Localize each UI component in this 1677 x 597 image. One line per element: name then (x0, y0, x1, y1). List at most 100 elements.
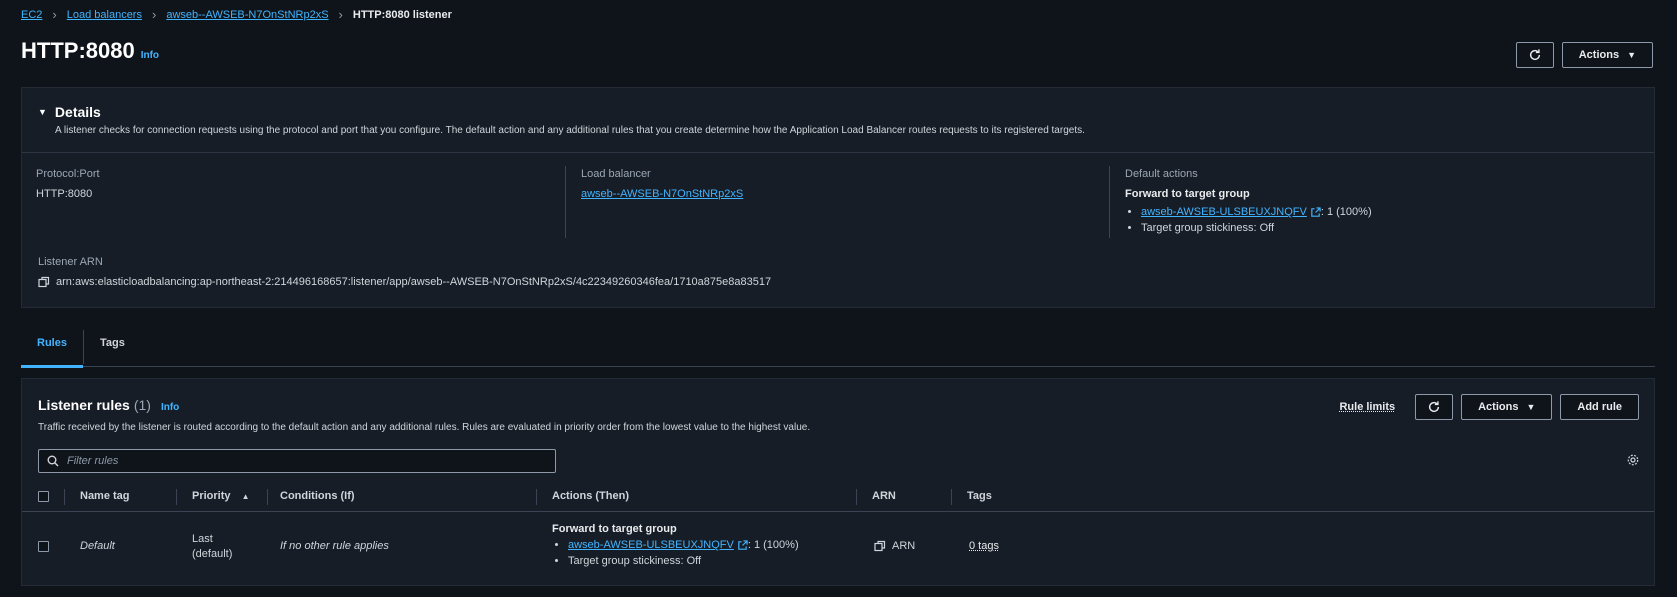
info-link[interactable]: Info (161, 402, 179, 413)
info-link[interactable]: Info (141, 50, 159, 61)
load-balancer-link[interactable]: awseb--AWSEB-N7OnStNRp2xS (581, 188, 743, 200)
load-balancer-label: Load balancer (581, 168, 651, 180)
chevron-right-icon: › (338, 7, 343, 22)
chevron-right-icon: › (151, 7, 157, 22)
list-item: awseb-AWSEB-ULSBEUXJNQFV : 1 (100%) (568, 539, 799, 551)
details-title: Details (54, 104, 101, 120)
rule-arn-label: ARN (892, 540, 916, 552)
column-header-priority-label: Priority (192, 490, 231, 502)
rules-table-header: Name tag Priority ▲ Conditions (If) Acti… (22, 482, 1654, 512)
filter-rules-field (38, 449, 556, 473)
protocol-port-label: Protocol:Port (36, 168, 100, 180)
rules-actions-button[interactable]: Actions ▼ (1461, 394, 1553, 420)
gear-icon (1627, 454, 1639, 466)
rule-tags-link[interactable]: 0 tags (969, 540, 999, 552)
rule-priority: Last (default) (192, 532, 232, 562)
external-link-icon (1311, 206, 1321, 217)
column-divider (951, 489, 952, 505)
sort-ascending-icon: ▲ (241, 492, 250, 501)
rule-priority-line1: Last (192, 533, 213, 545)
tab-bar: Rules Tags (21, 330, 1655, 368)
copy-icon[interactable] (38, 276, 50, 288)
refresh-button[interactable] (1415, 394, 1454, 420)
caret-down-icon: ▼ (1526, 402, 1536, 412)
column-divider (565, 166, 566, 238)
tab-tags[interactable]: Tags (84, 330, 141, 367)
table-row: Default Last (default) If no other rule … (22, 513, 1654, 587)
row-checkbox[interactable] (38, 541, 49, 552)
target-group-link[interactable]: awseb-AWSEB-ULSBEUXJNQFV (1141, 206, 1307, 218)
column-header-tags[interactable]: Tags (967, 490, 992, 502)
header-buttons: Actions ▼ (1515, 42, 1653, 68)
actions-button-label: Actions (1478, 401, 1519, 413)
column-divider (536, 489, 537, 505)
copy-icon[interactable] (874, 540, 886, 552)
breadcrumb-load-balancer-name[interactable]: awseb--AWSEB-N7OnStNRp2xS (166, 9, 328, 21)
list-item: Target group stickiness: Off (568, 555, 799, 567)
rule-arn-cell: ARN (874, 540, 915, 552)
select-all-checkbox[interactable] (38, 491, 49, 502)
column-divider (267, 489, 268, 505)
details-panel: ▼ Details A listener checks for connecti… (21, 87, 1655, 308)
column-divider (1109, 166, 1110, 238)
details-toggle[interactable]: ▼ Details (38, 104, 1654, 120)
default-actions-field: Default actions Forward to target group … (1125, 168, 1372, 238)
load-balancer-field: Load balancer awseb--AWSEB-N7OnStNRp2xS (581, 168, 743, 200)
rules-count: (1) (133, 397, 151, 413)
protocol-port-field: Protocol:Port HTTP:8080 (36, 168, 100, 200)
rule-priority-line2: (default) (192, 548, 233, 560)
rules-description: Traffic received by the listener is rout… (38, 422, 811, 433)
breadcrumb-load-balancers[interactable]: Load balancers (67, 9, 142, 21)
tab-rules[interactable]: Rules (21, 330, 83, 368)
add-rule-button[interactable]: Add rule (1560, 394, 1639, 420)
rules-title: Listener rules (38, 397, 130, 413)
column-header-arn[interactable]: ARN (872, 490, 896, 502)
listener-arn-value: arn:aws:elasticloadbalancing:ap-northeas… (56, 276, 772, 288)
column-header-name-tag[interactable]: Name tag (80, 490, 130, 502)
actions-button[interactable]: Actions ▼ (1561, 42, 1653, 68)
rule-name-link[interactable]: Default (80, 540, 115, 552)
filter-rules-input[interactable] (67, 455, 547, 467)
column-divider (176, 489, 177, 505)
rules-heading: Listener rules (1) Info (38, 397, 179, 413)
actions-button-label: Actions (1578, 49, 1620, 61)
column-header-priority[interactable]: Priority ▲ (192, 490, 250, 502)
listener-arn-field: Listener ARN arn:aws:elasticloadbalancin… (38, 256, 771, 288)
rules-toolbar: Rule limits Actions ▼ Add rule (1339, 394, 1639, 420)
chevron-right-icon: › (52, 7, 57, 22)
list-item: awseb-AWSEB-ULSBEUXJNQFV : 1 (100%) (1141, 206, 1372, 218)
caret-down-icon: ▼ (38, 107, 47, 117)
rule-actions: Forward to target group awseb-AWSEB-ULSB… (552, 523, 799, 571)
caret-down-icon: ▼ (1627, 50, 1636, 60)
rule-conditions: If no other rule applies (280, 540, 389, 552)
external-link-icon (738, 539, 748, 550)
rule-limits-link[interactable]: Rule limits (1339, 401, 1395, 413)
details-description: A listener checks for connection request… (55, 125, 1085, 136)
list-item: Target group stickiness: Off (1141, 222, 1372, 234)
breadcrumb: EC2 › Load balancers › awseb--AWSEB-N7On… (21, 7, 452, 22)
column-divider (856, 489, 857, 505)
rule-action-list: awseb-AWSEB-ULSBEUXJNQFV : 1 (100%) Targe… (552, 539, 799, 567)
table-settings-button[interactable] (1626, 453, 1640, 470)
rule-target-group-link[interactable]: awseb-AWSEB-ULSBEUXJNQFV (568, 539, 734, 551)
target-group-weight: : 1 (100%) (1320, 206, 1372, 218)
rule-action-heading: Forward to target group (552, 523, 677, 535)
refresh-button[interactable] (1515, 42, 1554, 68)
listener-rules-panel: Listener rules (1) Info Traffic received… (21, 378, 1655, 586)
column-divider (64, 489, 65, 505)
search-icon (47, 455, 59, 467)
listener-arn-label: Listener ARN (38, 256, 103, 268)
breadcrumb-current: HTTP:8080 listener (352, 8, 452, 21)
divider (22, 152, 1654, 153)
column-header-conditions[interactable]: Conditions (If) (280, 490, 355, 502)
column-header-actions[interactable]: Actions (Then) (552, 490, 629, 502)
page-title: HTTP:8080 Info (21, 38, 159, 64)
refresh-icon (1529, 49, 1540, 61)
breadcrumb-ec2[interactable]: EC2 (21, 9, 42, 21)
page-title-text: HTTP:8080 (21, 38, 135, 63)
default-actions-label: Default actions (1125, 168, 1198, 180)
rule-target-group-weight: : 1 (100%) (747, 539, 799, 551)
default-actions-list: awseb-AWSEB-ULSBEUXJNQFV : 1 (100%) Targe… (1125, 206, 1372, 234)
protocol-port-value: HTTP:8080 (36, 188, 93, 200)
default-actions-heading: Forward to target group (1125, 188, 1250, 200)
